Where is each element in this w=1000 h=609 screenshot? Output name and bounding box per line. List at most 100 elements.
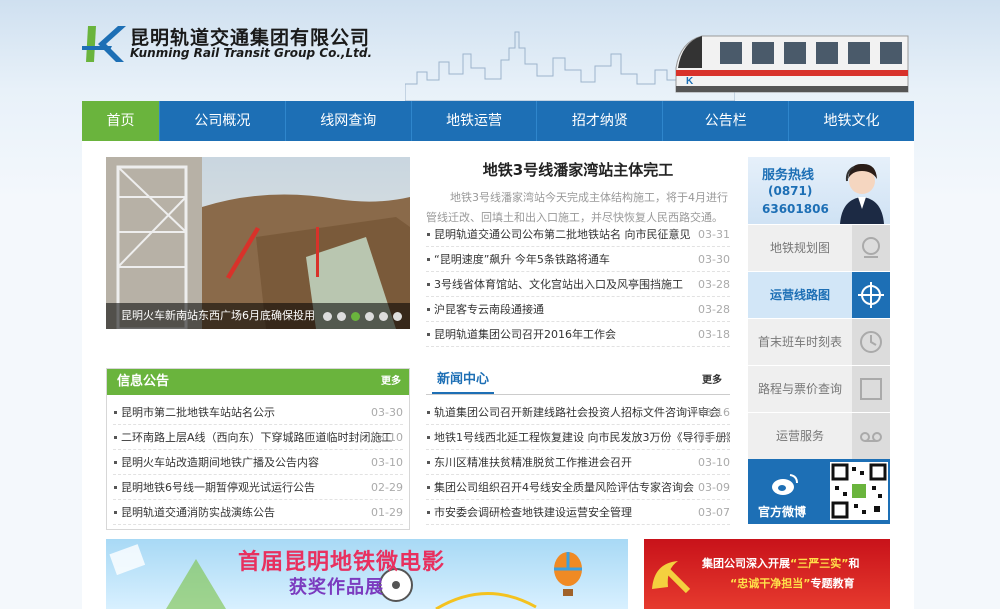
hotline-label: 服务热线 [762, 168, 815, 183]
party-banner-line2: “忠诚干净担当”专题教育 [730, 577, 855, 590]
list-item-date: 03-28 [698, 278, 730, 291]
sidebar-item-label: 首末班车时刻表 [757, 335, 842, 349]
list-item-title: 昆明轨道交通消防实战演练公告 [121, 506, 275, 519]
sidebar-item-label: 运营服务 [775, 429, 824, 443]
list-item-date: 03-10 [371, 456, 403, 469]
list-item[interactable]: 轨道集团公司召开新建线路社会投资人招标文件咨询评审会 03-16 [426, 400, 730, 425]
service-agent-avatar [840, 163, 884, 224]
list-item-title: 昆明轨道交通公司公布第二批地铁站名 向市民征意见 [434, 228, 691, 241]
map-pin-icon [852, 225, 890, 272]
weibo-label: 官方微博 [758, 505, 807, 519]
photo-slider[interactable]: 昆明火车新南站东西广场6月底确保投用 [106, 157, 410, 329]
sidebar-item-label: 路程与票价查询 [757, 382, 842, 396]
nav-item-metro-culture[interactable]: 地铁文化 [789, 101, 914, 141]
info-more-link[interactable]: 更多 [381, 369, 401, 395]
list-item-title: “昆明速度”飙升 今年5条铁路将通车 [434, 253, 610, 266]
main-content: 昆明火车新南站东西广场6月底确保投用 地铁3号线潘家湾站主体完工 地铁3号线潘家… [82, 141, 914, 609]
list-item-title: 沪昆客专云南段通接通 [434, 303, 544, 316]
headline-title[interactable]: 地铁3号线潘家湾站主体完工 [426, 159, 730, 180]
micro-film-banner[interactable]: 首届昆明地铁微电影 获奖作品展 [106, 539, 628, 609]
list-item-date: 01-29 [371, 506, 403, 519]
nav-item-metro-operation[interactable]: 地铁运营 [412, 101, 538, 141]
list-item[interactable]: “昆明速度”飙升 今年5条铁路将通车 03-30 [426, 247, 730, 272]
list-item-date: 03-16 [698, 406, 730, 419]
list-item-title: 二环南路上层A线（西向东）下穿城路匝道临时封闭施工 [121, 431, 393, 444]
list-item-title: 3号线省体育馆站、文化宫站出入口及风亭围挡施工 [434, 278, 683, 291]
crosshair-icon [852, 272, 890, 319]
slider-dot[interactable] [365, 312, 374, 321]
info-list: 昆明市第二批地铁车站站名公示 03-30 二环南路上层A线（西向东）下穿城路匝道临时… [107, 395, 409, 525]
slider-dot[interactable] [379, 312, 388, 321]
top-news-list: 昆明轨道交通公司公布第二批地铁站名 向市民征意见 03-31 “昆明速度”飙升 今年… [426, 222, 730, 347]
list-item-date: 03-10 [371, 431, 403, 444]
main-navigation: 首页 公司概况 线网查询 地铁运营 招才纳贤 公告栏 地铁文化 [82, 101, 914, 141]
list-item-date: 03-18 [698, 328, 730, 341]
list-item[interactable]: 3号线省体育馆站、文化宫站出入口及风亭围挡施工 03-28 [426, 272, 730, 297]
slider-dot[interactable] [337, 312, 346, 321]
list-item[interactable]: 昆明火车站改造期间地铁广播及公告内容 03-10 [113, 450, 403, 475]
news-panel-title: 新闻中心 [432, 368, 495, 394]
list-item[interactable]: 沪昆客专云南段通接通 03-28 [426, 297, 730, 322]
sidebar-item-fare-query[interactable]: 路程与票价查询 [748, 365, 890, 413]
nav-item-home[interactable]: 首页 [82, 101, 160, 141]
film-banner-subtitle: 获奖作品展 [289, 577, 384, 598]
party-education-banner[interactable]: 集团公司深入开展“三严三实”和 “忠诚干净担当”专题教育 [644, 539, 890, 609]
news-more-link[interactable]: 更多 [702, 368, 722, 394]
nav-item-network-query[interactable]: 线网查询 [286, 101, 412, 141]
list-item[interactable]: 昆明地铁6号线一期暂停观光试运行公告 02-29 [113, 475, 403, 500]
sidebar-item-operation-service[interactable]: 运营服务 [748, 412, 890, 460]
weibo-icon [772, 474, 798, 495]
list-item[interactable]: 东川区精准扶贫精准脱贫工作推进会召开 03-10 [426, 450, 730, 475]
news-list: 轨道集团公司召开新建线路社会投资人招标文件咨询评审会 03-16 地铁1号线西北延工… [426, 395, 730, 525]
square-icon [852, 366, 890, 413]
slider-dots [323, 312, 402, 321]
list-item[interactable]: 市安委会调研检查地铁建设运营安全管理 03-07 [426, 500, 730, 525]
official-weibo[interactable]: 官方微博 [748, 459, 890, 524]
list-item-date: 03-30 [371, 406, 403, 419]
nav-item-company-overview[interactable]: 公司概况 [160, 101, 286, 141]
tape-icon [852, 413, 890, 460]
slider-dot[interactable] [351, 312, 360, 321]
sidebar-item-route-map[interactable]: 运营线路图 [748, 271, 890, 319]
nav-item-bulletin[interactable]: 公告栏 [663, 101, 790, 141]
list-item[interactable]: 二环南路上层A线（西向东）下穿城路匝道临时封闭施工 03-10 [113, 425, 403, 450]
list-item-title: 市安委会调研检查地铁建设运营安全管理 [434, 506, 632, 519]
list-item[interactable]: 昆明市第二批地铁车站站名公示 03-30 [113, 400, 403, 425]
nav-item-recruitment[interactable]: 招才纳贤 [537, 101, 664, 141]
list-item-title: 集团公司组织召开4号线安全质量风险评估专家咨询会 [434, 481, 694, 494]
list-item[interactable]: 昆明轨道交通消防实战演练公告 01-29 [113, 500, 403, 525]
slider-dot[interactable] [323, 312, 332, 321]
list-item-title: 昆明火车站改造期间地铁广播及公告内容 [121, 456, 319, 469]
list-item[interactable]: 昆明轨道交通公司公布第二批地铁站名 向市民征意见 03-31 [426, 222, 730, 247]
list-item-date: 03-31 [698, 228, 730, 241]
list-item-title: 昆明轨道集团公司召开2016年工作会 [434, 328, 616, 341]
party-banner-line1: 集团公司深入开展“三严三实”和 [702, 557, 860, 570]
slider-dot[interactable] [393, 312, 402, 321]
list-item-title: 东川区精准扶贫精准脱贫工作推进会召开 [434, 456, 632, 469]
list-item[interactable]: 地铁1号线西北延工程恢复建设 向市民发放3万份《导行手册》 03-14 [426, 425, 730, 450]
hotline-number: 63601806 [762, 202, 829, 216]
list-item-title: 轨道集团公司召开新建线路社会投资人招标文件咨询评审会 [434, 406, 720, 419]
sidebar-item-metro-plan[interactable]: 地铁规划图 [748, 224, 890, 272]
hammer-sickle-icon [652, 561, 691, 594]
list-item[interactable]: 昆明轨道集团公司召开2016年工作会 03-18 [426, 322, 730, 347]
info-announcement-panel: 信息公告 更多 昆明市第二批地铁车站站名公示 03-30 二环南路上层A线（西向东）… [106, 368, 410, 530]
info-panel-header: 信息公告 更多 [107, 369, 409, 395]
list-item[interactable]: 集团公司组织召开4号线安全质量风险评估专家咨询会 03-09 [426, 475, 730, 500]
hotline-area-code: (0871) [768, 184, 813, 198]
clock-icon [852, 319, 890, 366]
film-banner-title: 首届昆明地铁微电影 [238, 550, 446, 575]
list-item-title: 昆明地铁6号线一期暂停观光试运行公告 [121, 481, 315, 494]
list-item-date: 03-07 [698, 506, 730, 519]
list-item-date: 03-09 [698, 481, 730, 494]
sidebar-item-label: 地铁规划图 [769, 241, 830, 255]
company-logo[interactable]: 昆明轨道交通集团有限公司 Kunming Rail Transit Group … [82, 18, 382, 68]
list-item-title: 昆明市第二批地铁车站站名公示 [121, 406, 275, 419]
sidebar-item-label: 运营线路图 [769, 288, 830, 302]
headline-news: 地铁3号线潘家湾站主体完工 地铁3号线潘家湾站今天完成主体结构施工，将于4月进行… [426, 159, 730, 228]
sidebar-item-timetable[interactable]: 首末班车时刻表 [748, 318, 890, 366]
header: 昆明轨道交通集团有限公司 Kunming Rail Transit Group … [0, 0, 1000, 101]
list-item-date: 03-30 [698, 253, 730, 266]
info-panel-title: 信息公告 [117, 374, 170, 389]
list-item-date: 02-29 [371, 481, 403, 494]
